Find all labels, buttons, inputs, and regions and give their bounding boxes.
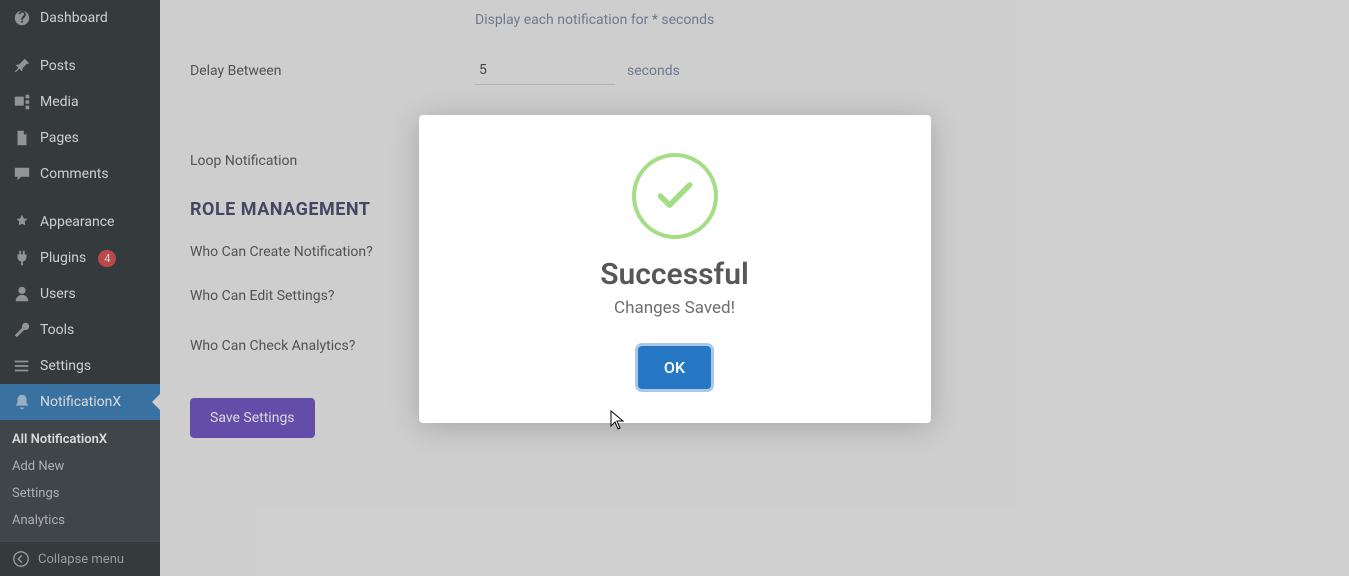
modal-ok-button[interactable]: OK xyxy=(638,346,711,389)
success-check-icon xyxy=(632,153,718,239)
modal-title: Successful xyxy=(449,257,901,292)
modal-message: Changes Saved! xyxy=(449,298,901,318)
success-modal: Successful Changes Saved! OK xyxy=(419,115,931,423)
modal-overlay[interactable]: Successful Changes Saved! OK xyxy=(0,0,1349,576)
